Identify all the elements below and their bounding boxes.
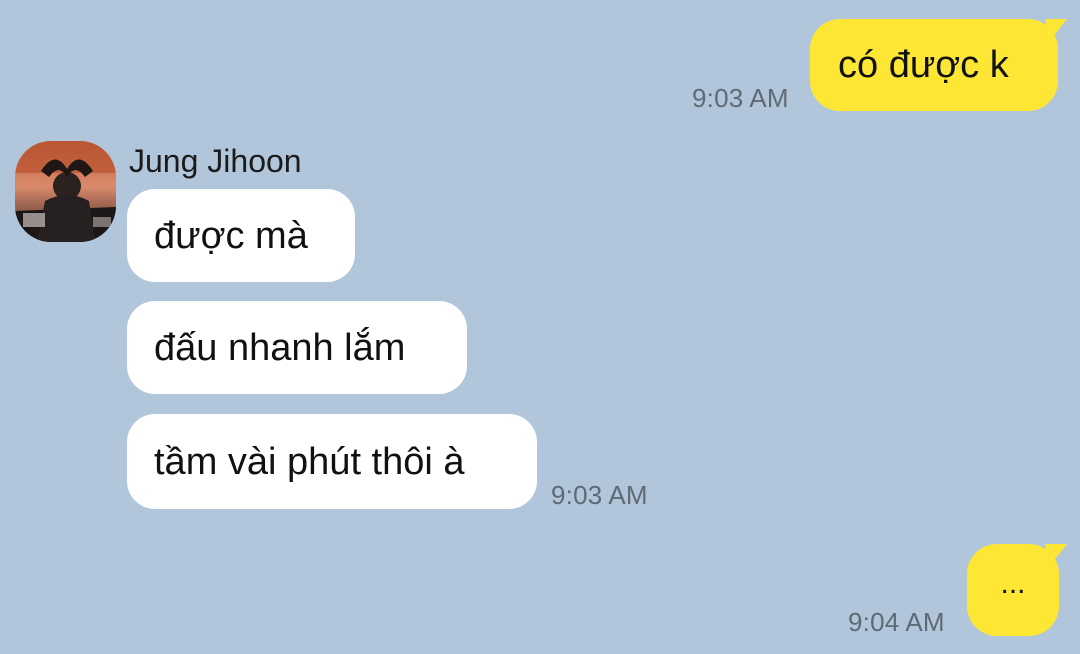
- message-timestamp: 9:04 AM: [848, 607, 945, 637]
- message-text: ...: [1000, 567, 1026, 600]
- message-text: tầm vài phút thôi à: [154, 440, 465, 483]
- message-text: đấu nhanh lắm: [154, 326, 406, 369]
- message-timestamp: 9:03 AM: [551, 480, 648, 510]
- outgoing-message-bubble[interactable]: ...: [967, 544, 1059, 636]
- outgoing-message-bubble[interactable]: có được k: [810, 19, 1058, 111]
- incoming-message-bubble[interactable]: đấu nhanh lắm: [127, 301, 467, 394]
- chat-window: 9:03 AM có được k Jung Jihoon được mà đấ…: [0, 0, 1080, 654]
- sender-name: Jung Jihoon: [129, 143, 302, 179]
- message-timestamp: 9:03 AM: [692, 83, 789, 113]
- avatar[interactable]: [15, 141, 116, 242]
- incoming-message-bubble[interactable]: tầm vài phút thôi à: [127, 414, 537, 509]
- incoming-message-bubble[interactable]: được mà: [127, 189, 355, 282]
- profile-photo-icon: [15, 141, 116, 242]
- message-text: có được k: [838, 44, 1009, 86]
- message-text: được mà: [154, 214, 308, 257]
